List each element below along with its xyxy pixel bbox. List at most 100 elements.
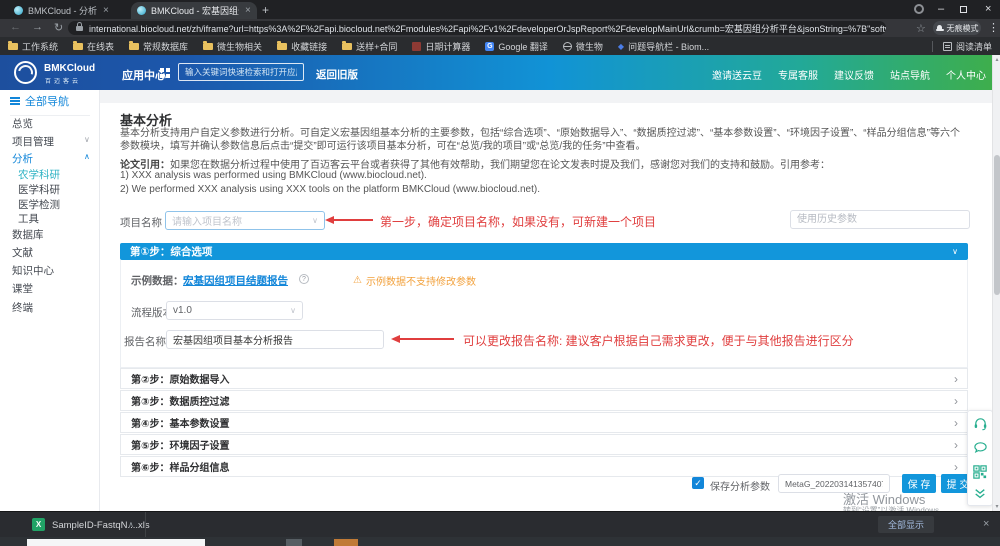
new-tab-button[interactable]: +: [262, 3, 269, 17]
bookmark-item[interactable]: 微生物相关: [203, 40, 262, 53]
save-params-checkbox[interactable]: ✓: [692, 477, 704, 489]
header-search-input[interactable]: [178, 63, 304, 81]
qrcode-icon[interactable]: [973, 465, 987, 479]
bmkcloud-logo-icon[interactable]: [14, 61, 37, 84]
info-icon[interactable]: ?: [299, 274, 309, 284]
sidebar-all-nav[interactable]: 全部导航: [10, 93, 90, 116]
tab-title: BMKCloud - 宏基因组分析平台: [151, 4, 239, 17]
bookmark-item[interactable]: 工作系统: [8, 40, 58, 53]
address-bar: ← → ↻ international.biocloud.net/zh/ifra…: [0, 19, 1000, 37]
taskbar-app-icon[interactable]: [286, 539, 302, 546]
scrollbar[interactable]: ▴ ▾: [992, 55, 1000, 511]
bookmark-item[interactable]: 常规数据库: [129, 40, 188, 53]
chevron-right-icon: ›: [954, 439, 958, 451]
step1-header[interactable]: 第①步：综合选项 ∨: [120, 243, 968, 260]
chat-icon[interactable]: [973, 440, 988, 455]
scroll-down-icon[interactable]: ▾: [993, 503, 1000, 510]
scrollbar-thumb[interactable]: [994, 155, 1000, 295]
bookmark-item[interactable]: ◆问题导航栏 - Biom...: [618, 40, 709, 53]
show-all-downloads-button[interactable]: 全部显示: [878, 516, 934, 533]
tab-close-icon[interactable]: ×: [245, 5, 251, 16]
sample-data-warning: ⚠ 示例数据不支持修改参数: [353, 273, 476, 288]
reference-1: 1) XXX analysis was performed using BMKC…: [120, 170, 427, 181]
bookmark-label: 微生物: [576, 40, 603, 53]
report-name-input[interactable]: [166, 330, 384, 349]
customer-service-icon[interactable]: [973, 416, 988, 431]
sidebar-item-terminal[interactable]: 终端: [12, 300, 33, 315]
reload-icon[interactable]: ↻: [54, 21, 63, 34]
url-text: international.biocloud.net/zh/iframe?url…: [89, 22, 886, 35]
sidebar-item-literature[interactable]: 文献: [12, 245, 33, 260]
collapse-double-chevron-icon[interactable]: [973, 488, 987, 500]
profile-icon[interactable]: [914, 4, 924, 14]
step3-header[interactable]: 第③步：数据质控过滤›: [120, 390, 968, 411]
logo-title: BMKCloud: [44, 63, 95, 74]
floating-tool-panel: [967, 410, 993, 506]
download-shelf: X SampleID-FastqN....xls ∧ 全部显示 ×: [0, 511, 1000, 537]
shelf-close-icon[interactable]: ×: [983, 518, 989, 530]
site-nav-link[interactable]: 站点导航: [890, 67, 930, 82]
sample-data-link[interactable]: 宏基因组项目结题报告: [183, 273, 288, 288]
taskbar-app-preview[interactable]: [27, 539, 205, 546]
back-to-old-version-link[interactable]: 返回旧版: [316, 67, 358, 82]
sidebar-item-overview[interactable]: 总览: [12, 116, 33, 131]
bookmark-item[interactable]: 收藏链接: [277, 40, 327, 53]
minimize-button[interactable]: –: [938, 3, 944, 15]
reading-list-button[interactable]: 阅读清单: [932, 40, 992, 53]
bookmark-star-icon[interactable]: ☆: [916, 22, 926, 35]
browser-window: BMKCloud - 分析 × BMKCloud - 宏基因组分析平台 × + …: [0, 0, 1000, 546]
step4-header[interactable]: 第④步：基本参数设置›: [120, 412, 968, 433]
bookmark-item[interactable]: 在线表: [73, 40, 114, 53]
feedback-link[interactable]: 建议反馈: [834, 67, 874, 82]
bookmark-label: 微生物相关: [217, 40, 262, 53]
bookmark-item[interactable]: 日期计算器: [412, 40, 470, 53]
folder-icon: [8, 43, 18, 50]
menu-dots-icon[interactable]: ⋮: [988, 21, 999, 34]
history-params-input[interactable]: [790, 210, 970, 229]
warning-text: 示例数据不支持修改参数: [366, 273, 476, 288]
bookmark-item[interactable]: 送样+合同: [342, 40, 397, 53]
file-menu-caret-icon[interactable]: ∧: [128, 520, 134, 529]
sidebar-item-agriculture[interactable]: 农学科研: [18, 167, 60, 182]
invite-link[interactable]: 邀请送云豆: [712, 67, 762, 82]
reference-2: 2) We performed XXX analysis using XXX t…: [120, 184, 540, 195]
logo-subtitle: 百迈客云: [45, 76, 81, 85]
taskbar-edge: [0, 537, 1000, 546]
pipeline-version-select[interactable]: v1.0 ∨: [166, 301, 303, 320]
step2-header[interactable]: 第②步：原始数据导入›: [120, 368, 968, 389]
page-body: 全部导航 总览 项目管理 ∨ 分析 ∧ 农学科研 医学科研 医学检测 工具 数据…: [0, 90, 1000, 511]
forward-icon[interactable]: →: [32, 21, 43, 33]
step-label: 第②步：原始数据导入: [131, 371, 229, 386]
step-label: 第⑥步：样品分组信息: [131, 459, 229, 474]
bookmark-label: 问题导航栏 - Biom...: [628, 40, 709, 53]
window-close-button[interactable]: ×: [985, 3, 991, 15]
personal-center-link[interactable]: 个人中心: [946, 67, 986, 82]
sidebar-item-medical-research[interactable]: 医学科研: [18, 182, 60, 197]
bookmark-item[interactable]: 微生物: [563, 40, 603, 53]
sidebar-item-medical-test[interactable]: 医学检测: [18, 197, 60, 212]
all-nav-label: 全部导航: [25, 93, 69, 109]
sidebar-item-knowledge[interactable]: 知识中心: [12, 263, 54, 278]
taskbar-app-icon[interactable]: [334, 539, 358, 546]
folder-icon: [342, 43, 352, 50]
browser-tab-inactive[interactable]: BMKCloud - 分析 ×: [8, 2, 130, 19]
app-header: BMKCloud 百迈客云 应用中心 返回旧版 邀请送云豆 专属客服 建议反馈 …: [0, 55, 1000, 90]
sidebar-item-analysis[interactable]: 分析: [12, 151, 33, 166]
browser-tab-active[interactable]: BMKCloud - 宏基因组分析平台 ×: [131, 2, 257, 19]
sidebar-item-database[interactable]: 数据库: [12, 227, 44, 242]
sample-data-label: 示例数据：: [131, 273, 184, 288]
sidebar-item-tools[interactable]: 工具: [18, 211, 39, 226]
downloaded-file-button[interactable]: SampleID-FastqN....xls: [52, 520, 150, 531]
back-icon[interactable]: ←: [10, 21, 21, 33]
sidebar-item-classroom[interactable]: 课堂: [12, 281, 33, 296]
step5-header[interactable]: 第⑤步：环境因子设置›: [120, 434, 968, 455]
reading-list-label: 阅读清单: [956, 40, 992, 53]
sidebar-item-project-mgmt[interactable]: 项目管理: [12, 134, 54, 149]
customer-service-link[interactable]: 专属客服: [778, 67, 818, 82]
tab-close-icon[interactable]: ×: [103, 5, 109, 16]
url-field[interactable]: international.biocloud.net/zh/iframe?url…: [68, 21, 886, 35]
maximize-button[interactable]: [960, 3, 967, 13]
scroll-up-icon[interactable]: ▴: [993, 56, 1000, 63]
bookmark-item[interactable]: GGoogle 翻译: [485, 40, 548, 53]
project-name-select[interactable]: 请输入项目名称 ∨: [165, 211, 325, 230]
